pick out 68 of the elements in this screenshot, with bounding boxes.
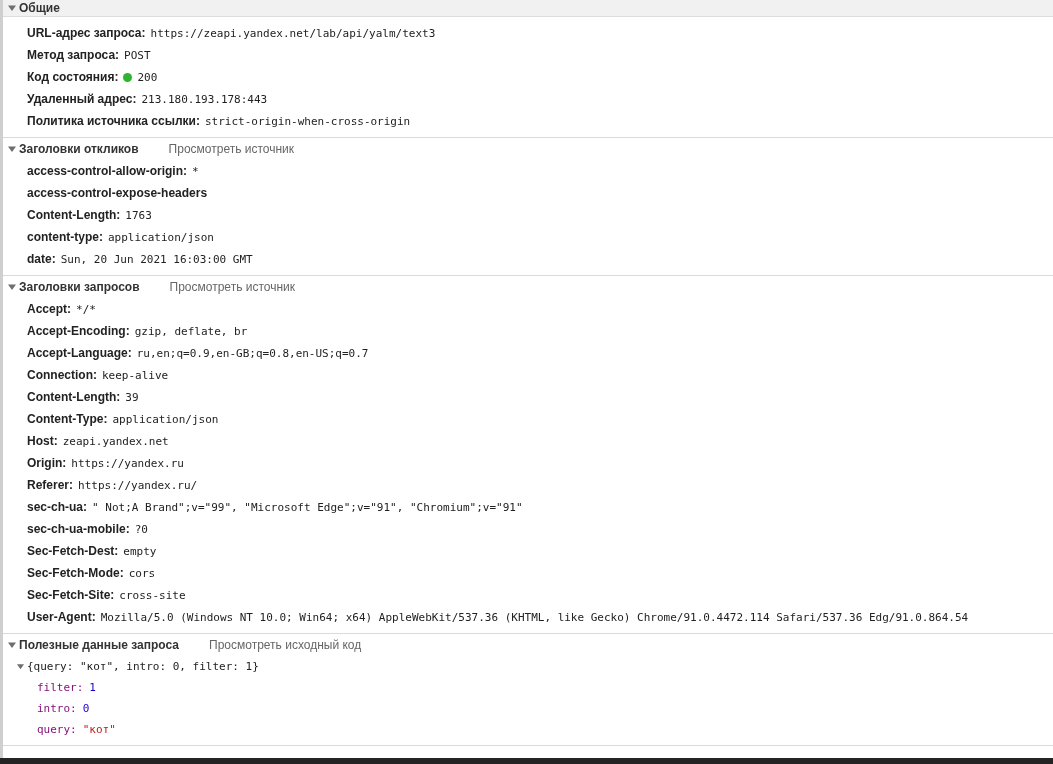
section-toggle[interactable]: Заголовки откликов (3, 142, 139, 156)
header-name: URL-адрес запроса: (27, 26, 146, 40)
property-value: 0 (82, 702, 90, 715)
header-name: Content-Length: (27, 208, 121, 222)
header-name: Content-Type: (27, 412, 108, 426)
section-toggle[interactable]: Заголовки запросов (3, 280, 140, 294)
header-name: access-control-allow-origin: (27, 164, 188, 178)
header-value: zeapi.yandex.net (62, 434, 169, 448)
header-name: Accept-Encoding: (27, 324, 130, 338)
view-source-link[interactable]: Просмотреть источник (168, 142, 295, 156)
header-value: strict-origin-when-cross-origin (204, 114, 411, 128)
property-key: intro: (37, 702, 77, 715)
header-name: Referer: (27, 478, 74, 492)
header-value: 200 (137, 70, 158, 84)
header-value: application/json (108, 230, 214, 244)
header-name: Accept-Language: (27, 346, 132, 360)
property-key: filter: (37, 681, 84, 694)
header-name: Политика источника ссылки: (27, 114, 200, 128)
header-name: Sec-Fetch-Site: (27, 588, 115, 602)
triangle-icon (8, 641, 16, 649)
property-key: query: (37, 723, 77, 736)
triangle-icon (17, 663, 24, 670)
header-value: keep-alive (102, 368, 169, 382)
header-value: ?0 (134, 522, 148, 536)
header-name: sec-ch-ua-mobile: (27, 522, 130, 536)
header-value: https://yandex.ru/ (78, 478, 198, 492)
header-value: Sun, 20 Jun 2021 16:03:00 GMT (60, 252, 253, 266)
header-value: 1763 (125, 208, 152, 222)
header-value: https://yandex.ru (71, 456, 184, 470)
header-value: empty (123, 544, 157, 558)
triangle-icon (8, 4, 16, 12)
header-name: content-type: (27, 230, 103, 244)
header-value: gzip, deflate, br (134, 324, 248, 338)
header-name: Origin: (27, 456, 67, 470)
header-name: Content-Length: (27, 390, 121, 404)
header-value: cross-site (119, 588, 186, 602)
view-source-link[interactable]: Просмотреть источник (169, 280, 296, 294)
header-value: " Not;A Brand";v="99", "Microsoft Edge";v="91", "Chromium";v="91" (92, 500, 523, 514)
header-value: https://zeapi.yandex.net/lab/api/yalm/text3 (150, 26, 436, 40)
payload-toggle[interactable]: {query: "кот", intro: 0, filter: 1} (17, 660, 259, 673)
header-value: application/json (112, 412, 219, 426)
header-value: 39 (125, 390, 139, 404)
header-name: Sec-Fetch-Mode: (27, 566, 124, 580)
header-name: Код состояния: (27, 70, 119, 84)
section-toggle[interactable]: Общие (3, 1, 60, 15)
header-name: User-Agent: (27, 610, 96, 624)
header-name: access-control-expose-headers (27, 186, 208, 200)
header-name: Удаленный адрес: (27, 92, 137, 106)
header-name: Метод запроса: (27, 48, 120, 62)
header-name: date: (27, 252, 56, 266)
header-value: * (192, 164, 199, 178)
header-name: Sec-Fetch-Dest: (27, 544, 119, 558)
property-value: 1 (89, 681, 96, 694)
section-toggle[interactable]: Полезные данные запроса (3, 638, 180, 652)
property-value: "кот" (82, 723, 116, 736)
triangle-icon (8, 283, 16, 291)
header-name: Connection: (27, 368, 97, 382)
header-value: 213.180.193.178:443 (141, 92, 268, 106)
header-value: ru,en;q=0.9,en-GB;q=0.8,en-US;q=0.7 (136, 346, 369, 360)
header-value: POST (124, 48, 151, 62)
header-value: cors (128, 566, 156, 580)
header-name: Accept: (27, 302, 71, 316)
view-source-link[interactable]: Просмотреть исходный код (209, 638, 362, 652)
triangle-icon (8, 145, 16, 153)
header-name: Host: (27, 434, 58, 448)
header-name: sec-ch-ua: (27, 500, 88, 514)
header-value: */* (76, 302, 96, 316)
header-value: Mozilla/5.0 (Windows NT 10.0; Win64; x64) AppleWebKit/537.36 (KHTML, like Gecko) Chrome/91.0.4472.114 Safari/537.36 Edg/91.0.864.54 (100, 610, 969, 624)
